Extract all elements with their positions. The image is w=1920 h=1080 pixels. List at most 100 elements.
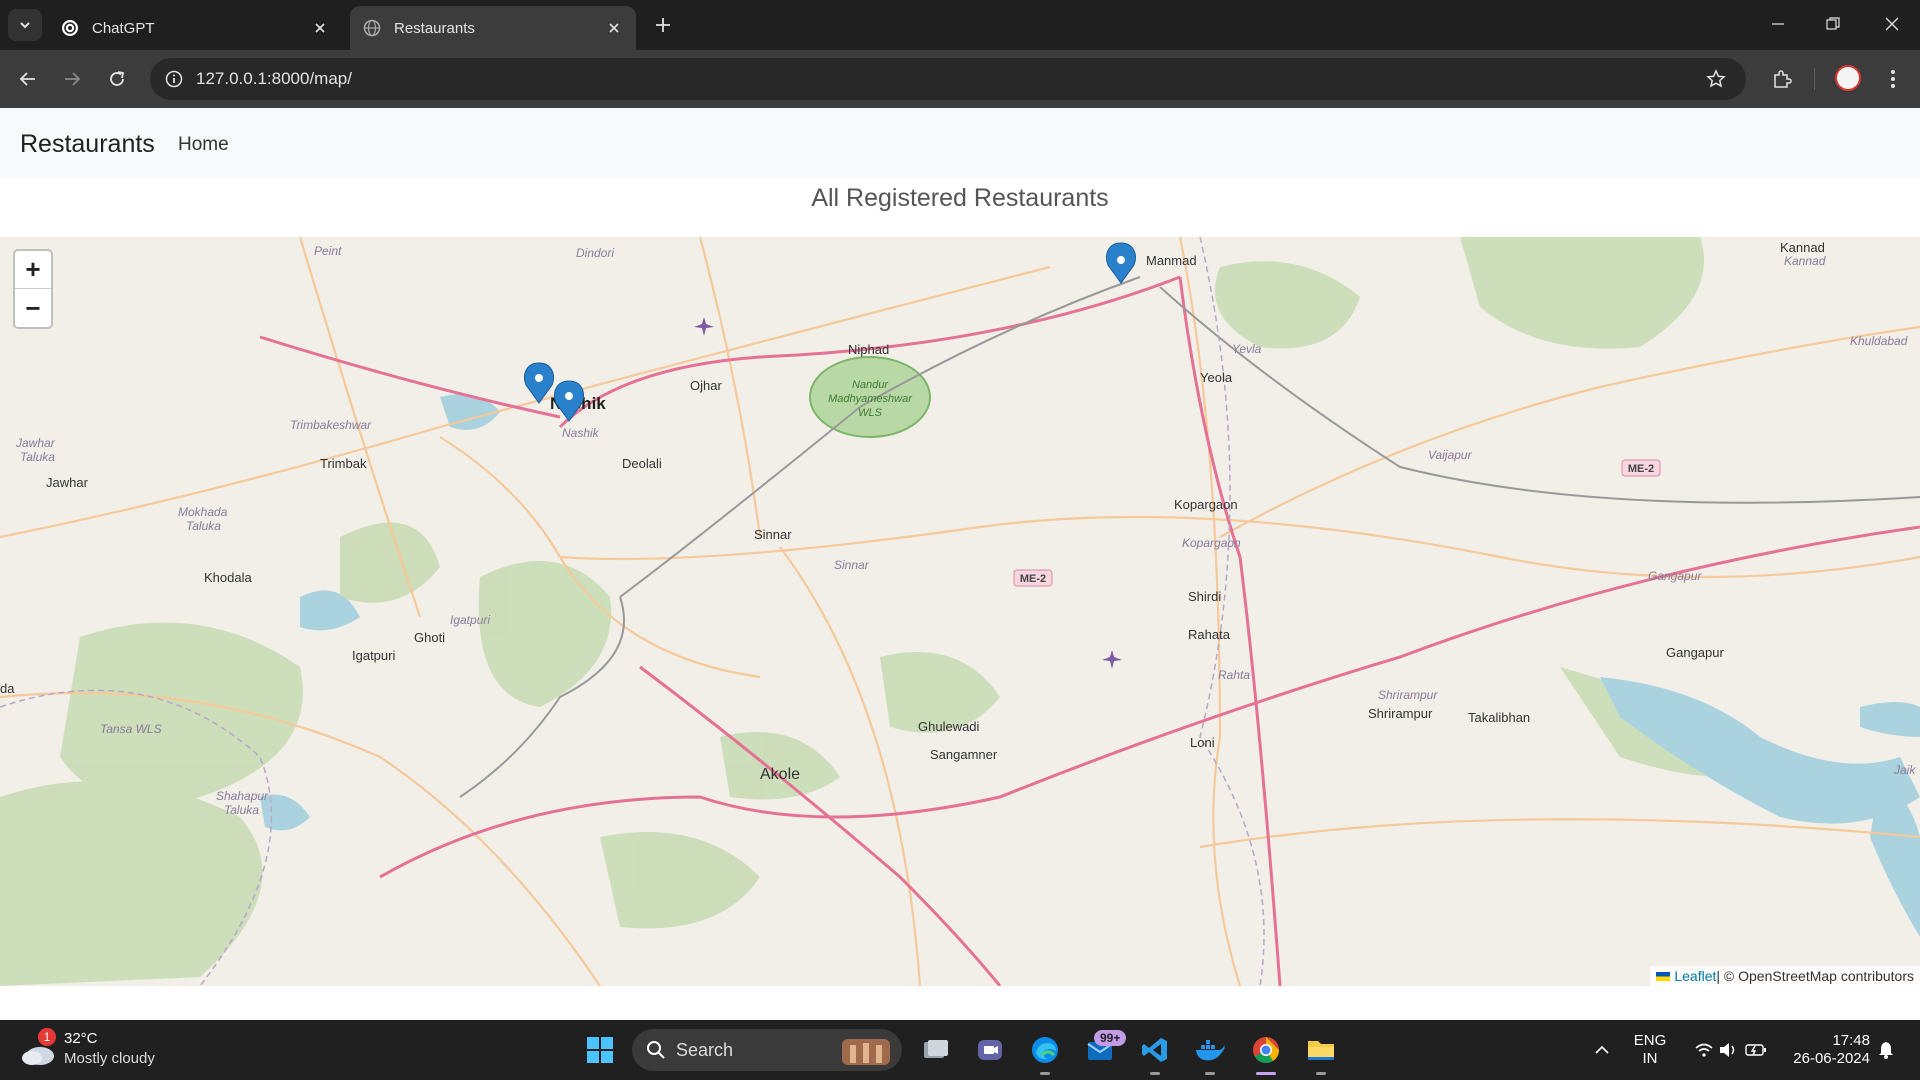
task-view-button[interactable] — [916, 1030, 956, 1070]
label-trimbak: Trimbak — [320, 456, 367, 471]
site-navbar: Restaurants Home — [0, 108, 1920, 178]
weather-condition: Mostly cloudy — [64, 1050, 155, 1067]
tab-strip: ChatGPT Restaurants — [0, 0, 1920, 50]
language-indicator[interactable]: ENG IN — [1628, 1032, 1672, 1068]
running-indicator — [1040, 1072, 1050, 1075]
close-icon — [1885, 17, 1899, 31]
running-indicator — [1316, 1072, 1326, 1075]
weather-temp: 32°C — [64, 1030, 98, 1047]
label-tansa: Tansa WLS — [100, 722, 162, 736]
svg-text:Nandur: Nandur — [852, 379, 889, 391]
plus-icon — [656, 18, 670, 32]
url-text: 127.0.0.1:8000/map/ — [196, 69, 352, 88]
label-da: da — [0, 681, 15, 696]
search-highlight-image-icon — [842, 1039, 890, 1065]
zoom-control: + − — [13, 249, 53, 329]
address-bar[interactable]: 127.0.0.1:8000/map/ — [150, 58, 1746, 100]
teams-chat-button[interactable] — [970, 1030, 1010, 1070]
label-akole: Akole — [760, 766, 800, 783]
label-sangamner: Sangamner — [930, 747, 998, 762]
menu-button[interactable] — [1877, 63, 1909, 95]
airport-icon — [694, 317, 714, 336]
zoom-out-button[interactable]: − — [15, 289, 51, 327]
nav-link-home[interactable]: Home — [178, 134, 229, 156]
site-info-icon[interactable] — [162, 67, 186, 91]
chrome-icon — [1253, 1037, 1280, 1064]
label-kopargaon: Kopargaon — [1174, 497, 1238, 512]
close-tab-icon[interactable] — [602, 16, 626, 40]
label-gangapur-district: Gangapur — [1648, 569, 1702, 583]
road-shield-me2: ME-2 — [1621, 459, 1661, 477]
docker-button[interactable] — [1190, 1030, 1230, 1070]
edge-icon — [1032, 1037, 1058, 1063]
restaurant-marker[interactable] — [554, 380, 584, 422]
navbar-brand[interactable]: Restaurants — [20, 130, 155, 159]
tab-restaurants[interactable]: Restaurants — [350, 6, 636, 50]
minimize-button[interactable] — [1758, 8, 1798, 40]
reload-button[interactable] — [101, 63, 133, 95]
running-indicator-active — [1256, 1072, 1276, 1075]
label-rahata: Rahata — [1188, 627, 1231, 642]
label-igatpuri-district: Igatpuri — [450, 613, 490, 627]
folder-icon — [1308, 1041, 1334, 1060]
profile-avatar[interactable] — [1835, 65, 1861, 91]
search-label: Search — [676, 1040, 734, 1060]
restore-button[interactable] — [1813, 8, 1853, 40]
restaurant-marker[interactable] — [1106, 242, 1136, 284]
taskbar-search[interactable]: Search — [632, 1029, 902, 1071]
notification-bell-icon[interactable] — [1866, 1030, 1906, 1070]
label-kannad: Kannad — [1780, 240, 1825, 255]
globe-icon — [362, 18, 382, 38]
weather-widget[interactable]: 1 32°C Mostly cloudy — [20, 1028, 170, 1072]
bookmark-star-icon[interactable] — [1704, 67, 1728, 91]
label-takalibhan: Takalibhan — [1468, 710, 1530, 725]
svg-text:WLS: WLS — [858, 407, 883, 419]
label-dindori: Dindori — [576, 246, 614, 260]
close-tab-icon[interactable] — [308, 16, 332, 40]
forward-button[interactable] — [56, 63, 88, 95]
kebab-menu-icon — [1891, 70, 1895, 88]
extensions-button[interactable] — [1766, 63, 1798, 95]
file-explorer-button[interactable] — [1301, 1030, 1341, 1070]
vscode-button[interactable] — [1135, 1030, 1175, 1070]
zoom-in-button[interactable]: + — [15, 251, 51, 289]
chrome-button[interactable] — [1246, 1030, 1286, 1070]
label-shirdi: Shirdi — [1188, 589, 1221, 604]
leaflet-link[interactable]: Leaflet — [1674, 968, 1716, 984]
label-igatpuri: Igatpuri — [352, 648, 395, 663]
label-yevla: Yevla — [1232, 342, 1262, 356]
show-hidden-icons-button[interactable] — [1582, 1030, 1622, 1070]
clock-date: 26-06-2024 — [1793, 1050, 1870, 1067]
task-view-icon — [924, 1040, 948, 1058]
label-rahta: Rahta — [1218, 668, 1250, 682]
chevron-down-icon — [20, 22, 30, 29]
clock-time: 17:48 — [1832, 1032, 1870, 1049]
windows-taskbar: 1 32°C Mostly cloudy Search 99+ ENG IN 1… — [0, 1020, 1920, 1080]
clock[interactable]: 17:48 26-06-2024 — [1780, 1032, 1870, 1068]
reload-icon — [110, 71, 125, 86]
start-button[interactable] — [580, 1030, 620, 1070]
new-tab-button[interactable] — [650, 12, 676, 38]
label-khodala: Khodala — [204, 570, 252, 585]
running-indicator — [1150, 1072, 1160, 1075]
language-line2: IN — [1642, 1050, 1658, 1067]
back-button[interactable] — [12, 63, 44, 95]
label-jaik: Jaik — [1893, 763, 1916, 777]
label-nashik-district: Nashik — [562, 426, 600, 440]
video-chat-icon — [978, 1040, 1002, 1060]
language-line1: ENG — [1633, 1032, 1667, 1049]
battery-icon[interactable] — [1736, 1030, 1776, 1070]
tab-title: ChatGPT — [92, 19, 155, 37]
edge-button[interactable] — [1025, 1030, 1065, 1070]
close-window-button[interactable] — [1872, 8, 1912, 40]
label-ghoti: Ghoti — [414, 630, 445, 645]
restore-icon — [1826, 17, 1840, 30]
label-mokhada: Mokhada Taluka — [178, 505, 228, 533]
svg-text:Madhyameshwar: Madhyameshwar — [828, 393, 913, 405]
vscode-icon — [1142, 1038, 1167, 1062]
tab-chatgpt[interactable]: ChatGPT — [48, 6, 342, 50]
svg-text:ME-2: ME-2 — [1020, 573, 1046, 585]
tab-search-button[interactable] — [8, 9, 42, 41]
map-container[interactable]: Manmad Kannad Niphad Ojhar Yeola Nashik … — [0, 237, 1920, 986]
label-sinnar-district: Sinnar — [834, 558, 870, 572]
